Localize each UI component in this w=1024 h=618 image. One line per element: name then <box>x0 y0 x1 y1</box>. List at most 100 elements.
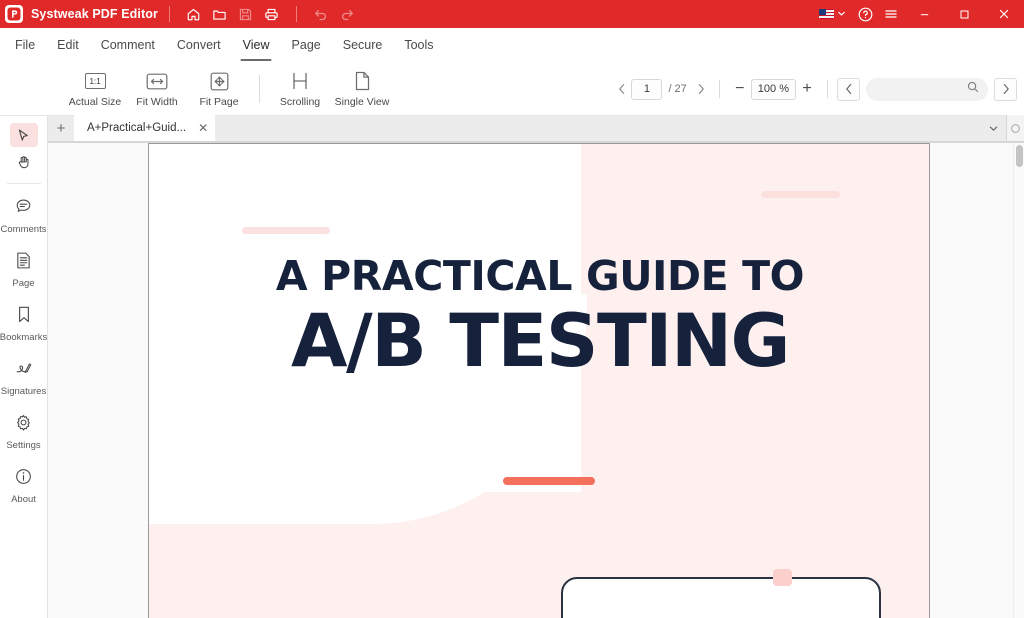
hand-pan-tool[interactable] <box>10 150 38 174</box>
sidebar-item-bookmarks[interactable]: Bookmarks <box>0 296 48 350</box>
scrolling-icon <box>289 70 311 92</box>
titlebar-right-group <box>813 0 1024 28</box>
gear-icon <box>14 413 33 437</box>
page-total-label: / 27 <box>668 83 687 95</box>
single-view-button[interactable]: Single View <box>331 64 393 114</box>
search-prev-button[interactable] <box>837 77 860 101</box>
tabbar-edge-icon <box>1006 115 1024 141</box>
toolbar-divider <box>259 75 260 103</box>
sidebar-item-comments[interactable]: Comments <box>0 188 48 242</box>
menu-item-edit[interactable]: Edit <box>46 28 90 62</box>
sidebar-divider <box>6 183 41 184</box>
scrolling-label: Scrolling <box>279 96 321 108</box>
title-bar: Systweak PDF Editor <box>0 0 1024 28</box>
chevron-down-icon[interactable] <box>980 115 1006 141</box>
page-content-card <box>561 577 881 618</box>
menu-item-convert[interactable]: Convert <box>166 28 232 62</box>
menu-item-view[interactable]: View <box>232 28 281 62</box>
comment-bubble-icon <box>14 197 33 221</box>
page-title-block: A PRACTICAL GUIDE TO A/B TESTING <box>149 252 929 384</box>
actual-size-button[interactable]: 1:1 Actual Size <box>64 64 126 114</box>
app-title: Systweak PDF Editor <box>31 7 158 21</box>
select-cursor-tool[interactable] <box>9 123 38 147</box>
new-tab-button[interactable]: + <box>48 115 74 141</box>
sidebar-item-label: About <box>11 494 36 505</box>
view-toolbar-right-group: 1 / 27 − 100 % + <box>613 62 1017 116</box>
zoom-level-input[interactable]: 100 % <box>750 78 796 100</box>
document-tab-title: A+Practical+Guid... <box>87 122 187 134</box>
sidebar-item-label: Page <box>12 278 35 289</box>
menu-item-comment[interactable]: Comment <box>90 28 166 62</box>
menu-item-page[interactable]: Page <box>281 28 332 62</box>
titlebar-divider-2 <box>295 6 297 22</box>
fit-width-icon <box>146 70 168 92</box>
sidebar-item-label: Signatures <box>0 386 47 397</box>
home-icon[interactable] <box>181 3 207 25</box>
scrolling-button[interactable]: Scrolling <box>269 64 331 114</box>
pdf-viewer[interactable]: A PRACTICAL GUIDE TO A/B TESTING <box>48 142 1024 618</box>
decor-dash-left <box>242 227 330 234</box>
us-flag-icon <box>819 9 834 19</box>
view-toolbar: 1:1 Actual Size Fit Width Fit Page Scrol… <box>0 62 1024 116</box>
document-tab-bar: + A+Practical+Guid... ✕ <box>48 115 1024 142</box>
page-title-line-2: A/B TESTING <box>291 299 790 384</box>
signature-icon <box>14 359 33 383</box>
redo-icon[interactable] <box>334 3 360 25</box>
menu-bar: File Edit Comment Convert View Page Secu… <box>0 28 1024 62</box>
zoom-out-button[interactable]: − <box>729 78 751 100</box>
help-circle-icon[interactable] <box>852 3 878 25</box>
language-selector[interactable] <box>813 0 852 28</box>
chevron-down-icon <box>837 5 846 23</box>
decor-dash-accent <box>503 477 595 485</box>
page-icon <box>15 251 32 275</box>
maximize-button[interactable] <box>944 0 984 28</box>
close-button[interactable] <box>984 0 1024 28</box>
next-page-button[interactable] <box>692 78 710 100</box>
fit-page-icon <box>210 70 229 92</box>
minimize-button[interactable] <box>904 0 944 28</box>
fit-width-label: Fit Width <box>136 96 178 108</box>
pdf-page-1[interactable]: A PRACTICAL GUIDE TO A/B TESTING <box>148 143 930 618</box>
single-view-label: Single View <box>334 96 390 108</box>
search-input[interactable] <box>877 83 967 95</box>
search-field[interactable] <box>866 77 988 101</box>
fit-page-button[interactable]: Fit Page <box>188 64 250 114</box>
prev-page-button[interactable] <box>613 78 631 100</box>
viewer-vertical-scrollbar[interactable] <box>1013 143 1024 618</box>
toolbar-divider-3 <box>827 80 828 98</box>
menu-item-file[interactable]: File <box>4 28 46 62</box>
close-icon[interactable]: ✕ <box>198 122 208 134</box>
document-tab[interactable]: A+Practical+Guid... ✕ <box>74 115 216 141</box>
titlebar-divider-1 <box>168 6 170 22</box>
page-title-line-1: A PRACTICAL GUIDE TO <box>275 252 805 300</box>
viewer-scrollbar-thumb[interactable] <box>1016 145 1023 167</box>
sidebar-item-about[interactable]: About <box>0 458 48 512</box>
hamburger-menu-icon[interactable] <box>878 3 904 25</box>
menu-item-tools[interactable]: Tools <box>393 28 444 62</box>
sidebar-item-label: Bookmarks <box>0 332 48 343</box>
fit-width-button[interactable]: Fit Width <box>126 64 188 114</box>
save-icon[interactable] <box>233 3 259 25</box>
page-card-pink-tab <box>773 569 792 586</box>
decor-dash-right <box>761 191 840 198</box>
sidebar-item-settings[interactable]: Settings <box>0 404 48 458</box>
fit-page-label: Fit Page <box>199 96 239 108</box>
search-icon <box>967 80 979 98</box>
sidebar-item-signatures[interactable]: Signatures <box>0 350 48 404</box>
open-folder-icon[interactable] <box>207 3 233 25</box>
single-view-icon <box>354 70 371 92</box>
left-sidebar: Comments Page Bookmarks Signatures Setti… <box>0 116 48 618</box>
actual-size-label: Actual Size <box>68 96 122 108</box>
pdf-app-logo-icon <box>5 5 23 23</box>
print-icon[interactable] <box>259 3 285 25</box>
info-circle-icon <box>14 467 33 491</box>
search-next-button[interactable] <box>994 77 1017 101</box>
sidebar-item-page[interactable]: Page <box>0 242 48 296</box>
actual-size-icon: 1:1 <box>84 70 106 92</box>
zoom-in-button[interactable]: + <box>796 78 818 100</box>
actual-size-ratio-label: 1:1 <box>84 73 106 89</box>
menu-item-secure[interactable]: Secure <box>332 28 394 62</box>
page-number-input[interactable]: 1 <box>631 78 663 100</box>
undo-icon[interactable] <box>308 3 334 25</box>
view-toolbar-left-group: 1:1 Actual Size Fit Width Fit Page Scrol… <box>64 62 393 116</box>
